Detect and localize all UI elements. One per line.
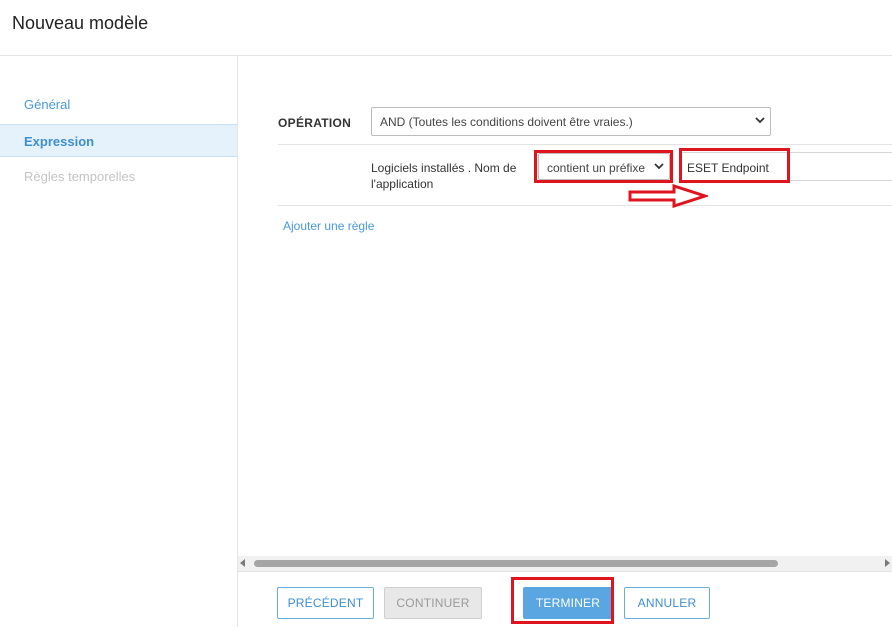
arrow-right-icon — [628, 184, 708, 208]
scrollbar-thumb[interactable] — [254, 560, 778, 567]
operation-select[interactable]: AND (Toutes les conditions doivent être … — [371, 107, 771, 136]
chevron-down-icon — [654, 163, 664, 170]
continue-button: CONTINUER — [384, 587, 482, 619]
cancel-button[interactable]: ANNULER — [624, 587, 710, 619]
chevron-down-icon — [755, 117, 765, 124]
divider — [278, 205, 892, 206]
rule-field-label: Logiciels installés . Nom de l'applicati… — [371, 161, 517, 191]
dialog-title: Nouveau modèle — [12, 13, 149, 33]
dialog-footer: PRÉCÉDENT CONTINUER TERMINER ANNULER — [238, 571, 892, 627]
sidebar-item-time-rules: Règles temporelles — [24, 169, 136, 184]
finish-button[interactable]: TERMINER — [523, 587, 613, 619]
title-bar: Nouveau modèle — [0, 0, 892, 56]
sidebar-item-general[interactable]: Général — [0, 88, 237, 121]
add-rule-link[interactable]: Ajouter une règle — [283, 219, 374, 233]
scroll-left-icon[interactable] — [240, 559, 245, 567]
condition-select[interactable]: contient un préfixe — [538, 153, 670, 180]
new-template-dialog: Nouveau modèle Général Expression Règles… — [0, 0, 892, 627]
sidebar-item-expression[interactable]: Expression — [0, 124, 237, 157]
condition-select-value: contient un préfixe — [547, 161, 646, 175]
expression-panel: OPÉRATION AND (Toutes les conditions doi… — [238, 56, 892, 556]
divider — [278, 144, 892, 145]
operation-select-value: AND (Toutes les conditions doivent être … — [380, 115, 633, 129]
horizontal-scrollbar[interactable] — [238, 556, 892, 571]
sidebar: Général Expression Règles temporelles — [0, 56, 238, 627]
previous-button[interactable]: PRÉCÉDENT — [277, 587, 374, 619]
scroll-right-icon[interactable] — [885, 559, 890, 567]
operation-label: OPÉRATION — [278, 116, 352, 130]
rule-value-input[interactable]: ESET Endpoint — [680, 152, 892, 181]
